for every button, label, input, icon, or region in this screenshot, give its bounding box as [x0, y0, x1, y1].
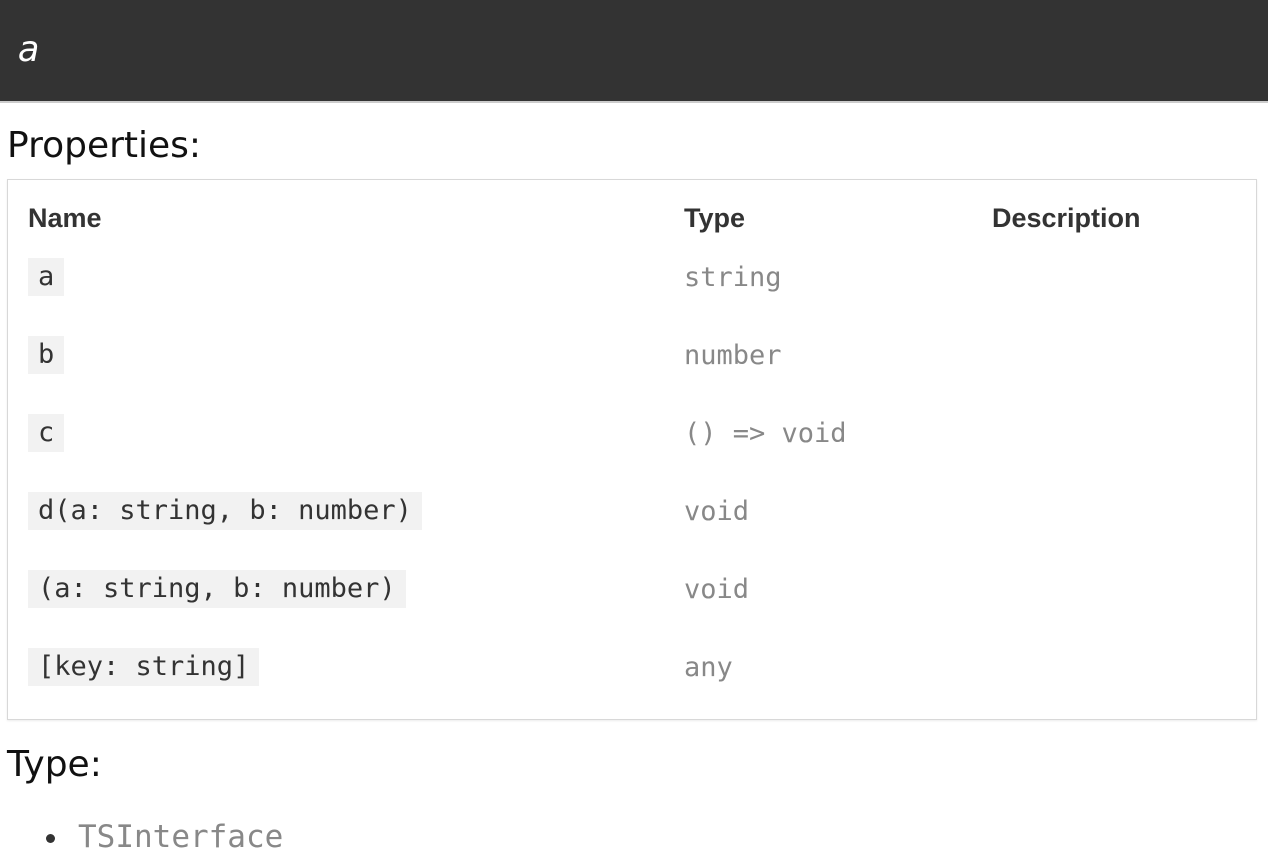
- table-row: b number: [28, 316, 1242, 394]
- type-list: TSInterface: [46, 815, 283, 859]
- table-header-row: Name Type Description: [28, 198, 1242, 238]
- property-type: () => void: [684, 417, 847, 449]
- column-header-name: Name: [28, 202, 102, 233]
- property-name: [key: string]: [28, 648, 260, 686]
- property-name: b: [28, 336, 65, 374]
- property-type: number: [684, 339, 782, 371]
- property-name: c: [28, 414, 65, 452]
- property-description: [992, 394, 1242, 472]
- page-header: a: [0, 0, 1268, 103]
- property-type: any: [684, 651, 733, 683]
- table-row: a string: [28, 238, 1242, 316]
- list-item: TSInterface: [46, 815, 283, 859]
- properties-table-container: Name Type Description a string b number …: [7, 179, 1257, 720]
- column-header-description: Description: [992, 202, 1141, 233]
- table-row: d(a: string, b: number) void: [28, 472, 1242, 550]
- property-description: [992, 316, 1242, 394]
- property-type: string: [684, 261, 782, 293]
- property-name: a: [28, 258, 65, 296]
- table-row: (a: string, b: number) void: [28, 550, 1242, 628]
- property-name: d(a: string, b: number): [28, 492, 422, 530]
- property-description: [992, 238, 1242, 316]
- property-name: (a: string, b: number): [28, 570, 406, 608]
- property-description: [992, 550, 1242, 628]
- property-type: void: [684, 573, 750, 605]
- column-header-type: Type: [684, 202, 746, 233]
- property-type: void: [684, 495, 750, 527]
- properties-heading: Properties:: [7, 125, 202, 166]
- bullet-icon: [46, 834, 55, 843]
- property-description: [992, 472, 1242, 550]
- property-description: [992, 628, 1242, 706]
- table-row: c () => void: [28, 394, 1242, 472]
- type-name: TSInterface: [78, 819, 284, 855]
- page-title: a: [18, 29, 40, 70]
- type-heading: Type:: [7, 744, 102, 785]
- table-row: [key: string] any: [28, 628, 1242, 706]
- properties-table: Name Type Description a string b number …: [28, 198, 1242, 706]
